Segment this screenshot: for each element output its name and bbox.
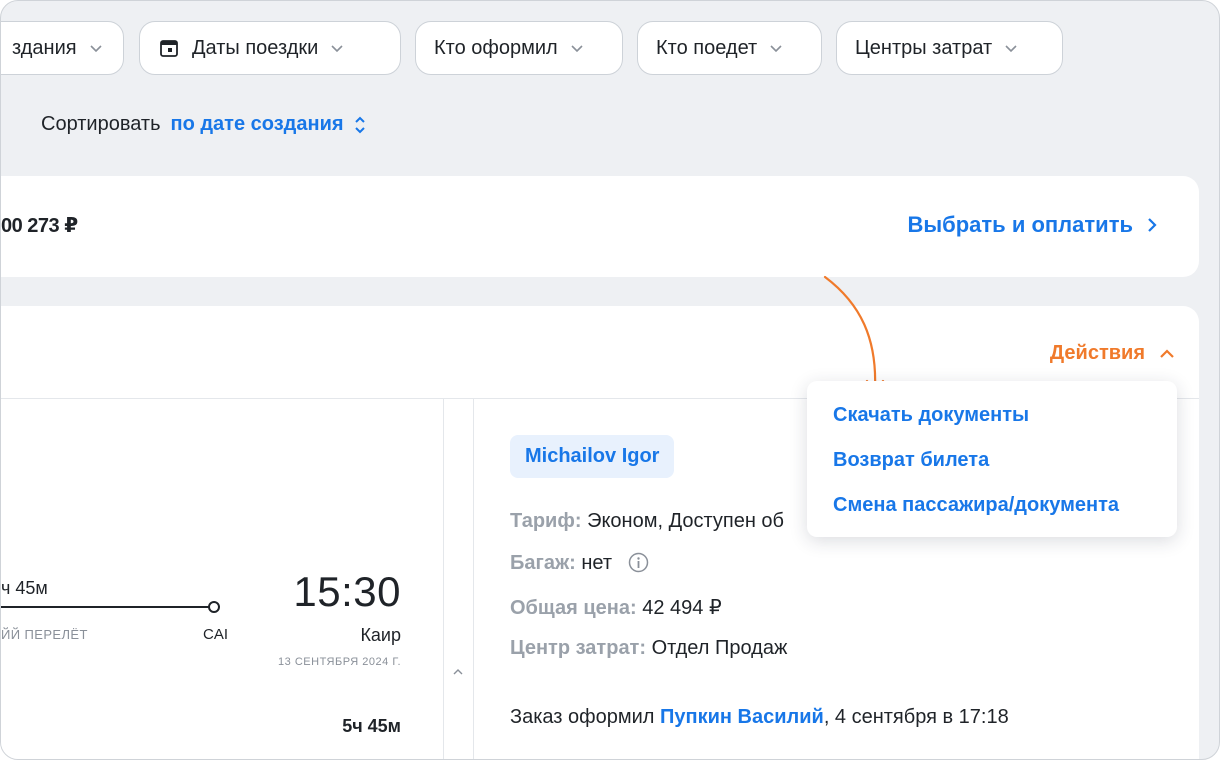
- info-icon[interactable]: [628, 552, 649, 573]
- offer-price: 00 273 ₽: [1, 215, 78, 237]
- filter-chip-travelers[interactable]: Кто поедет: [637, 21, 822, 75]
- menu-item-refund-ticket[interactable]: Возврат билета: [833, 440, 1177, 485]
- sort-updown-icon: [354, 116, 365, 133]
- sort-control: Сортировать по дате создания: [41, 113, 366, 136]
- select-and-pay-label: Выбрать и оплатить: [907, 212, 1133, 237]
- actions-menu: Скачать документы Возврат билета Смена п…: [807, 381, 1177, 537]
- sort-value-link[interactable]: по дате создания: [171, 113, 366, 136]
- actions-label: Действия: [1049, 342, 1145, 364]
- tariff-value: Эконом, Доступен об: [587, 510, 784, 532]
- segment-duration: ч 45м: [1, 578, 48, 598]
- total-price-value: 42 494 ₽: [642, 597, 722, 619]
- chevron-right-icon: [1148, 218, 1157, 232]
- baggage-key: Багаж:: [510, 552, 576, 574]
- filter-label: Даты поездки: [192, 36, 319, 59]
- passenger-badge[interactable]: Michailov Igor: [510, 435, 675, 478]
- chevron-down-icon: [90, 45, 102, 53]
- filter-chip-trip-dates[interactable]: Даты поездки: [139, 21, 401, 75]
- filter-label: Кто поедет: [656, 36, 758, 59]
- route-endpoint-dot: [208, 601, 220, 613]
- sort-value: по дате создания: [170, 113, 344, 135]
- order-author-link[interactable]: Пупкин Василий: [660, 706, 824, 728]
- select-and-pay-button[interactable]: Выбрать и оплатить: [907, 212, 1157, 238]
- chevron-down-icon: [770, 45, 782, 53]
- divider: [473, 399, 474, 759]
- calendar-icon: [160, 40, 178, 57]
- arrival-iata: CAI: [203, 626, 229, 643]
- actions-toggle[interactable]: Действия: [1050, 342, 1175, 365]
- collapse-caret-icon[interactable]: [453, 668, 463, 676]
- filter-chip-booked-by[interactable]: Кто оформил: [415, 21, 623, 75]
- annotation-arrow-icon: [823, 275, 885, 393]
- menu-item-download-documents[interactable]: Скачать документы: [833, 395, 1177, 440]
- app-frame: здания Даты поездки Кто оформил Кто поед…: [0, 0, 1220, 760]
- chevron-down-icon: [331, 45, 343, 53]
- arrival-date: 13 СЕНТЯБРЯ 2024 Г.: [278, 656, 401, 668]
- order-suffix: , 4 сентября в 17:18: [823, 706, 1009, 728]
- arrival-time: 15:30: [293, 568, 401, 615]
- filter-label: здания: [12, 36, 77, 59]
- tariff-key: Тариф:: [510, 510, 582, 532]
- filter-chip-created[interactable]: здания: [1, 21, 124, 75]
- chevron-up-icon: [1160, 348, 1174, 358]
- filter-chip-cost-centers[interactable]: Центры затрат: [836, 21, 1063, 75]
- total-price-row: Общая цена: 42 494 ₽: [510, 595, 722, 620]
- order-info: Заказ оформил Пупкин Василий, 4 сентября…: [510, 706, 1009, 729]
- chevron-down-icon: [1005, 45, 1017, 53]
- cost-center-key: Центр затрат:: [510, 637, 647, 659]
- flight-type-note: ЙЙ ПЕРЕЛЁТ: [1, 627, 88, 642]
- tariff-row: Тариф: Эконом, Доступен об: [510, 510, 784, 533]
- divider: [443, 399, 444, 759]
- filter-label: Кто оформил: [434, 36, 558, 59]
- total-duration: 5ч 45м: [342, 716, 401, 736]
- order-prefix: Заказ оформил: [510, 706, 655, 728]
- chevron-down-icon: [571, 45, 583, 53]
- cost-center-value: Отдел Продаж: [651, 637, 788, 659]
- filter-label: Центры затрат: [855, 36, 993, 59]
- arrival-city: Каир: [360, 625, 401, 645]
- route-line: [1, 606, 211, 608]
- cost-center-row: Центр затрат: Отдел Продаж: [510, 637, 787, 660]
- total-price-key: Общая цена:: [510, 597, 637, 619]
- baggage-value: нет: [581, 552, 613, 574]
- offer-card: 00 273 ₽ Выбрать и оплатить: [1, 176, 1199, 277]
- baggage-row: Багаж: нет: [510, 552, 649, 575]
- sort-label: Сортировать: [41, 113, 161, 135]
- menu-item-change-passenger[interactable]: Смена пассажира/документа: [833, 485, 1177, 530]
